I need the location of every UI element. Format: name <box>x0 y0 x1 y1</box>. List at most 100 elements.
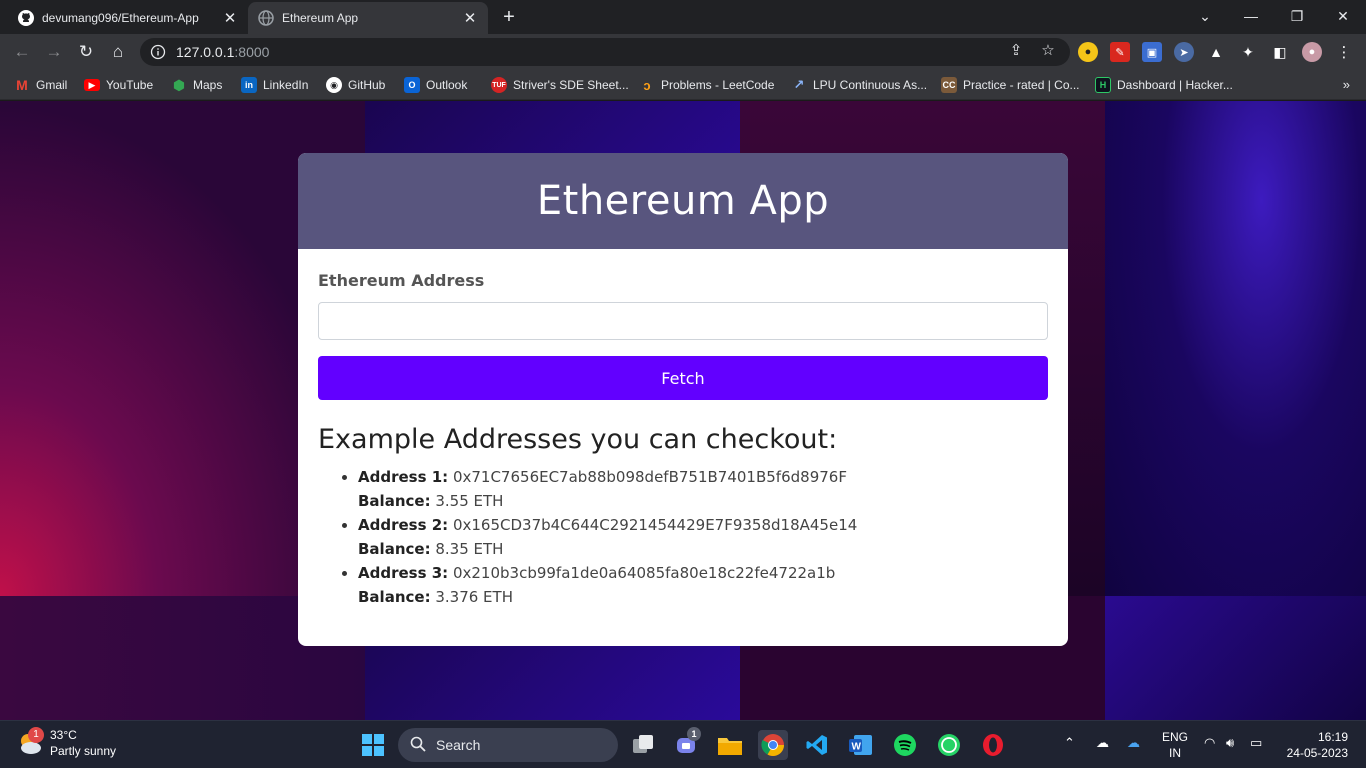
balance-value: 3.55 ETH <box>435 492 504 510</box>
back-icon[interactable]: ← <box>10 40 34 64</box>
balance-key: Balance: <box>358 588 431 606</box>
bookmark-codechef[interactable]: CC Practice - rated | Co... <box>941 76 1080 94</box>
background-tile <box>1105 596 1366 720</box>
outlook-icon: O <box>404 77 420 93</box>
search-label: Search <box>436 737 481 753</box>
teams-badge: 1 <box>687 727 701 741</box>
reload-icon[interactable]: ↻ <box>74 40 98 64</box>
home-icon[interactable]: ⌂ <box>106 40 130 64</box>
tab-title: Ethereum App <box>282 11 359 25</box>
onedrive-warning-icon[interactable]: ☁ <box>1096 735 1109 751</box>
tab-title: devumang096/Ethereum-App <box>42 11 199 25</box>
globe-icon <box>258 10 274 26</box>
youtube-icon: ▶ <box>84 79 100 91</box>
extensions-puzzle-icon[interactable]: ✦ <box>1238 42 1258 62</box>
bookmark-star-icon[interactable]: ☆ <box>1038 40 1058 60</box>
wifi-icon[interactable]: ◠ <box>1204 735 1215 751</box>
background-tile <box>1105 101 1366 596</box>
partly-sunny-icon: 1 <box>16 727 44 757</box>
site-info-icon[interactable] <box>150 44 166 60</box>
extension-3-icon[interactable]: ▣ <box>1142 42 1162 62</box>
bookmark-leetcode[interactable]: ↄ Problems - LeetCode <box>639 76 774 94</box>
bookmark-linkedin[interactable]: in LinkedIn <box>241 76 308 94</box>
system-clock[interactable]: 16:19 24-05-2023 <box>1287 729 1348 761</box>
whatsapp-icon[interactable] <box>934 730 964 760</box>
bookmark-github[interactable]: ◉ GitHub <box>326 76 385 94</box>
address-key: Address 2: <box>358 516 449 534</box>
tab-ethereum-app[interactable]: Ethereum App ✕ <box>248 2 488 34</box>
list-item: Address 1: 0x71C7656EC7ab88b098defB751B7… <box>358 465 1048 513</box>
battery-icon[interactable]: ▭ <box>1250 735 1262 751</box>
close-tab-icon[interactable]: ✕ <box>222 9 238 27</box>
address-value: 0x71C7656EC7ab88b098defB751B7401B5f6d897… <box>452 468 847 486</box>
browser-tab-strip: devumang096/Ethereum-App ✕ Ethereum App … <box>0 0 1366 34</box>
volume-icon[interactable]: 🔊︎ <box>1226 735 1234 751</box>
app-body: Ethereum Address Fetch Example Addresses… <box>298 249 1068 609</box>
bookmark-lpu[interactable]: ↗ LPU Continuous As... <box>791 76 928 94</box>
show-hidden-icons-icon[interactable]: ⌃ <box>1064 735 1075 751</box>
address-bar[interactable]: 127.0.0.1:8000 <box>140 38 1070 66</box>
app-header: Ethereum App <box>298 153 1068 249</box>
opera-icon[interactable] <box>978 730 1008 760</box>
start-icon[interactable] <box>358 730 388 760</box>
side-panel-icon[interactable]: ◧ <box>1270 42 1290 62</box>
weather-badge: 1 <box>28 727 44 743</box>
chrome-icon[interactable] <box>758 730 788 760</box>
bookmark-hackerrank[interactable]: H Dashboard | Hacker... <box>1095 76 1233 94</box>
extension-5-icon[interactable]: ▲ <box>1206 42 1226 62</box>
weather-widget[interactable]: 1 33°C Partly sunny <box>16 727 116 759</box>
browser-toolbar: ← → ↻ ⌂ 127.0.0.1:8000 ⇪ ☆ ● ✎ ▣ ➤ ▲ ✦ ◧… <box>0 34 1366 70</box>
bookmark-gmail[interactable]: M Gmail <box>14 76 67 94</box>
close-window-icon[interactable]: ✕ <box>1320 0 1366 32</box>
tab-github-repo[interactable]: devumang096/Ethereum-App ✕ <box>8 2 248 34</box>
url-text: 127.0.0.1:8000 <box>176 44 270 60</box>
balance-key: Balance: <box>358 492 431 510</box>
page-viewport: Ethereum App Ethereum Address Fetch Exam… <box>0 101 1366 720</box>
tab-search-icon[interactable]: ⌄ <box>1182 0 1228 32</box>
svg-text:W: W <box>852 742 862 753</box>
share-icon[interactable]: ⇪ <box>1006 40 1026 60</box>
taskbar-search[interactable]: Search <box>398 728 618 762</box>
menu-icon[interactable]: ⋮ <box>1334 42 1354 62</box>
address-value: 0x210b3cb99fa1de0a64085fa80e18c22fe4722a… <box>452 564 836 582</box>
restore-icon[interactable]: ❐ <box>1274 0 1320 32</box>
minimize-icon[interactable]: — <box>1228 0 1274 32</box>
extension-1-icon[interactable]: ● <box>1078 42 1098 62</box>
striver-icon: TUF <box>491 77 507 93</box>
file-explorer-icon[interactable] <box>715 730 745 760</box>
leetcode-icon: ↄ <box>643 77 651 93</box>
bookmarks-overflow-icon[interactable]: » <box>1343 77 1350 92</box>
avatar[interactable]: ● <box>1302 42 1322 62</box>
extension-2-icon[interactable]: ✎ <box>1110 42 1130 62</box>
spotify-icon[interactable] <box>890 730 920 760</box>
address-key: Address 1: <box>358 468 449 486</box>
word-icon[interactable]: W <box>846 730 876 760</box>
weather-desc: Partly sunny <box>50 744 117 758</box>
bookmark-outlook[interactable]: O Outlook <box>404 76 467 94</box>
new-tab-button[interactable]: + <box>499 4 519 30</box>
language-indicator[interactable]: ENG IN <box>1162 729 1188 761</box>
page-title: Ethereum App <box>536 178 830 224</box>
bookmark-striver[interactable]: TUF Striver's SDE Sheet... <box>491 76 629 94</box>
list-item: Address 2: 0x165CD37b4C644C2921454429E7F… <box>358 513 1048 561</box>
bookmark-youtube[interactable]: ▶ YouTube <box>84 76 153 94</box>
fetch-button[interactable]: Fetch <box>318 356 1048 400</box>
task-view-icon[interactable] <box>628 730 658 760</box>
codechef-icon: CC <box>941 77 957 93</box>
balance-key: Balance: <box>358 540 431 558</box>
address-key: Address 3: <box>358 564 449 582</box>
search-icon <box>410 736 426 755</box>
onedrive-icon[interactable]: ☁ <box>1127 735 1140 751</box>
hackerrank-icon: H <box>1095 77 1111 93</box>
list-item: Address 3: 0x210b3cb99fa1de0a64085fa80e1… <box>358 561 1048 609</box>
ethereum-address-input[interactable] <box>318 302 1048 340</box>
github-icon: ◉ <box>326 77 342 93</box>
vscode-icon[interactable] <box>802 730 832 760</box>
windows-taskbar: 1 33°C Partly sunny Search 1 W ⌃ ☁ ☁ ENG… <box>0 720 1366 768</box>
bookmark-maps[interactable]: ⬢ Maps <box>171 76 222 94</box>
close-tab-icon[interactable]: ✕ <box>462 9 478 27</box>
address-label: Ethereum Address <box>318 271 485 290</box>
extension-4-icon[interactable]: ➤ <box>1174 42 1194 62</box>
teams-chat-icon[interactable]: 1 <box>671 727 701 760</box>
forward-icon[interactable]: → <box>42 40 66 64</box>
